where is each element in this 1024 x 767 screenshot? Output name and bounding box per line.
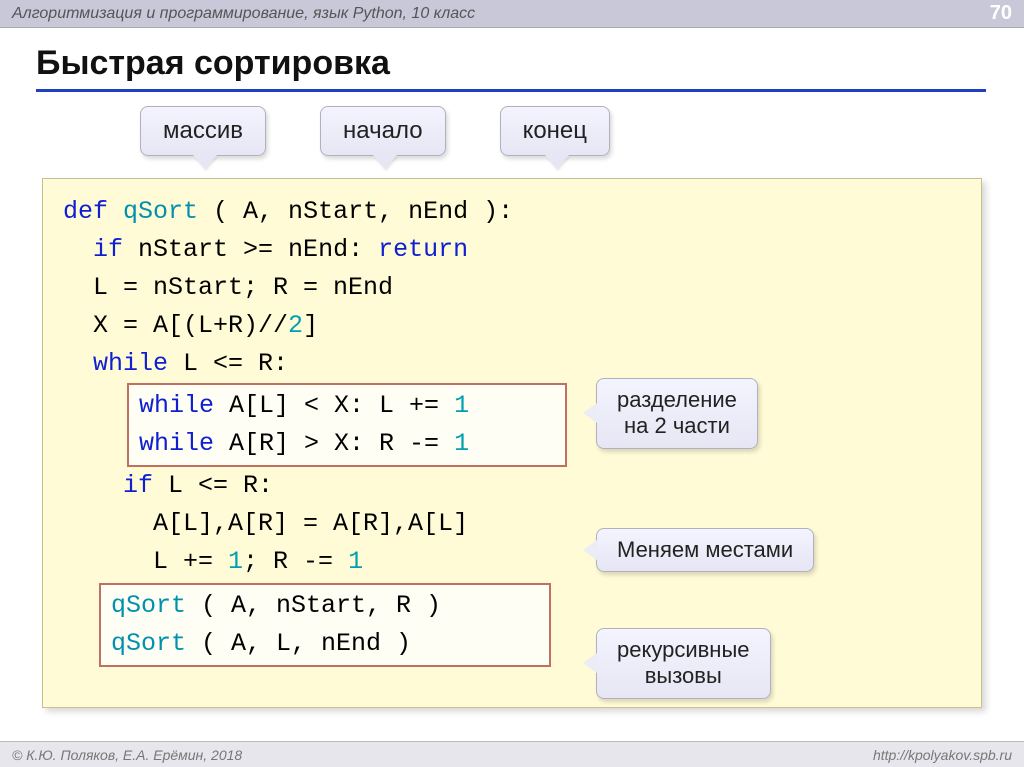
callout-start: начало [320,106,446,156]
param-callouts: массив начало конец [140,106,610,156]
callout-end: конец [500,106,610,156]
callout-split: разделение на 2 части [596,378,758,449]
split-box: while A[L] < X: L += 1 while A[R] > X: R… [127,383,567,467]
course-title: Алгоритмизация и программирование, язык … [12,5,475,23]
recursive-box: qSort ( A, nStart, R ) qSort ( A, L, nEn… [99,583,551,667]
copyright: © К.Ю. Поляков, Е.А. Ерёмин, 2018 [12,747,242,763]
callout-array: массив [140,106,266,156]
code-block: def qSort ( A, nStart, nEnd ): if nStart… [42,178,982,708]
slide-footer: © К.Ю. Поляков, Е.А. Ерёмин, 2018 http:/… [0,741,1024,767]
slide-title: Быстрая сортировка [36,44,986,92]
callout-swap: Меняем местами [596,528,814,572]
page-number: 70 [990,2,1012,25]
slide-header: Алгоритмизация и программирование, язык … [0,0,1024,28]
callout-recursive: рекурсивные вызовы [596,628,771,699]
website-link: http://kpolyakov.spb.ru [873,747,1012,763]
